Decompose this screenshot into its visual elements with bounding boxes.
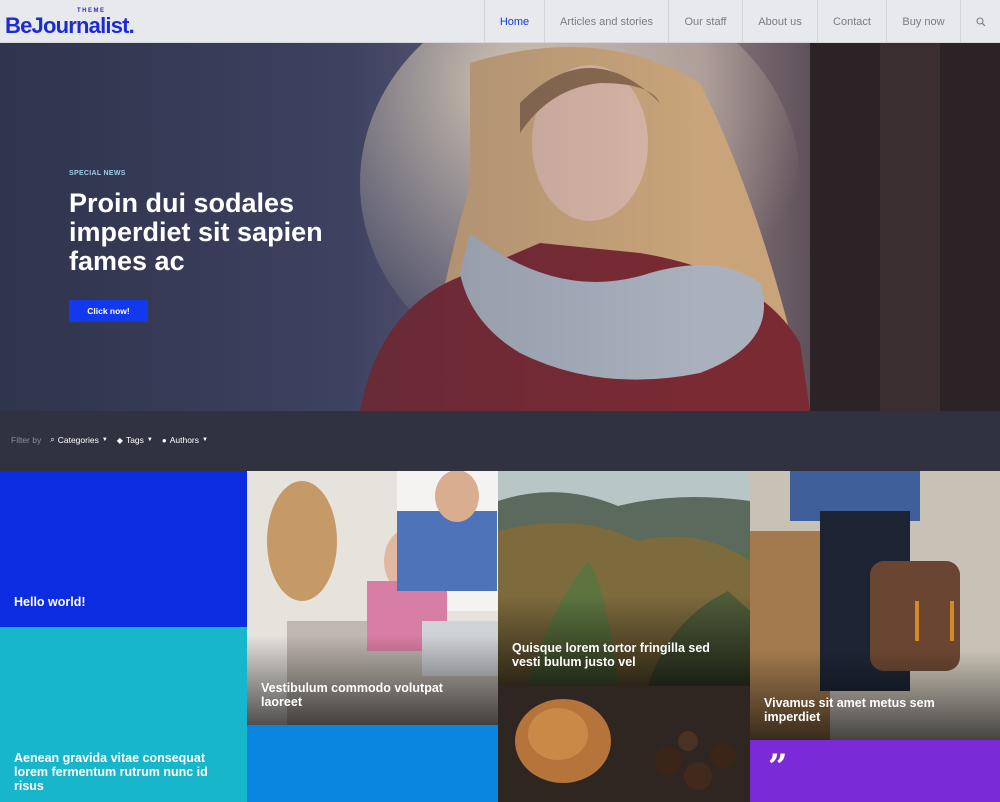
main-nav: Home Articles and stories Our staff Abou… <box>484 0 1000 43</box>
search-icon <box>975 16 985 26</box>
search-button[interactable] <box>960 0 1000 43</box>
user-icon: ● <box>161 435 167 445</box>
tile-shade <box>247 635 498 725</box>
post-title: Hello world! <box>14 595 86 609</box>
filter-categories-label: Categories <box>57 435 99 445</box>
filter-label: Filter by <box>11 435 42 445</box>
nav-home[interactable]: Home <box>484 0 544 43</box>
click-now-button[interactable]: Click now! <box>69 300 148 322</box>
post-tile-blue[interactable] <box>247 725 498 802</box>
nav-articles[interactable]: Articles and stories <box>544 0 668 43</box>
logo-text: BeJournalist. <box>5 13 135 38</box>
post-image-food <box>498 686 750 802</box>
tag-icon: ◆ <box>116 435 123 445</box>
filter-categories[interactable]: ⌕ Categories ▼ <box>50 435 108 445</box>
post-tile-aenean[interactable]: Aenean gravida vitae consequat lorem fer… <box>0 627 247 802</box>
post-tile-hello-world[interactable]: Hello world! <box>0 471 247 627</box>
post-tile-food[interactable] <box>498 686 750 802</box>
nav-contact[interactable]: Contact <box>817 0 886 43</box>
hero-title[interactable]: Proin dui sodales imperdiet sit sapien f… <box>69 189 369 276</box>
filter-tags-label: Tags <box>125 435 144 445</box>
filter-authors-label: Authors <box>169 435 199 445</box>
post-tile-quisque[interactable]: Quisque lorem tortor fringilla sed vesti… <box>498 471 750 686</box>
filter-tags[interactable]: ◆ Tags ▼ <box>117 435 153 445</box>
chevron-down-icon: ▼ <box>146 437 153 443</box>
quote-icon: ” <box>768 747 788 787</box>
categories-icon: ⌕ <box>50 435 55 444</box>
post-title: Quisque lorem tortor fringilla sed vesti… <box>512 641 710 669</box>
filter-bar: Filter by ⌕ Categories ▼ ◆ Tags ▼ ● Auth… <box>0 411 1000 471</box>
post-tile-vestibulum[interactable]: Vestibulum commodo volutpat laoreet <box>247 471 498 725</box>
post-title: Vivamus sit amet metus sem imperdiet <box>764 696 935 724</box>
post-title: Vestibulum commodo volutpat laoreet <box>261 681 443 709</box>
nav-buy-now[interactable]: Buy now <box>886 0 960 43</box>
hero-kicker: SPECIAL NEWS <box>69 170 126 177</box>
site-header: THEME BeJournalist. Home Articles and st… <box>0 0 1000 43</box>
filter-authors[interactable]: ● Authors ▼ <box>162 435 208 445</box>
nav-our-staff[interactable]: Our staff <box>668 0 742 43</box>
chevron-down-icon: ▼ <box>101 437 108 443</box>
filter-row: Filter by ⌕ Categories ▼ ◆ Tags ▼ ● Auth… <box>11 435 208 445</box>
chevron-down-icon: ▼ <box>202 437 208 443</box>
post-tile-quote[interactable]: ” <box>750 740 1000 802</box>
tile-shade <box>750 650 1000 740</box>
hero-banner: SPECIAL NEWS Proin dui sodales imperdiet… <box>0 43 1000 411</box>
post-title: Aenean gravida vitae consequat lorem fer… <box>14 751 208 793</box>
nav-about-us[interactable]: About us <box>742 0 817 43</box>
post-tile-vivamus[interactable]: Vivamus sit amet metus sem imperdiet <box>750 471 1000 740</box>
